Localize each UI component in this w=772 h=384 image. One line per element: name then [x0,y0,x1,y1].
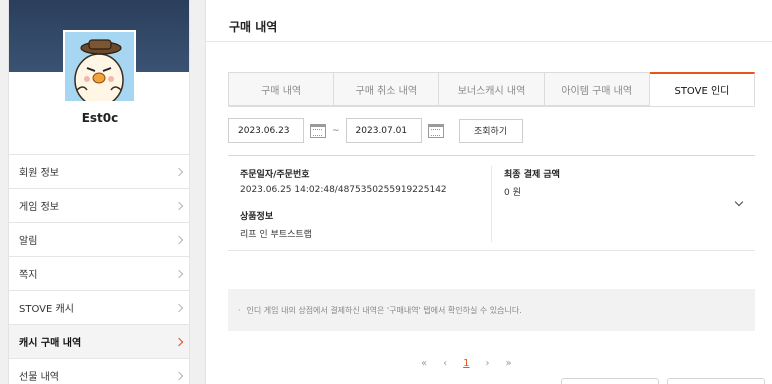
bullet-icon: · [238,305,241,315]
first-page-button[interactable]: « [421,358,427,369]
username: Est0c [81,111,119,125]
product-label: 상품정보 [240,212,274,222]
sidebar-item-label: STOVE 캐시 [19,304,74,315]
date-filter: 2023.06.23 ~ 2023.07.01 조회하기 [228,118,523,143]
prev-page-button[interactable]: ‹ [443,358,447,369]
notice-text: 인디 게임 내의 상점에서 결제하신 내역은 '구매내역' 탭에서 확인하실 수… [246,305,522,315]
search-button[interactable]: 조회하기 [458,118,523,143]
end-date-input[interactable]: 2023.07.01 [345,118,422,143]
order-date-label: 주문일자/주문번호 [240,170,310,180]
sidebar-item-stove-cash[interactable]: STOVE 캐시 [9,291,189,325]
notice-box: · 인디 게임 내의 상점에서 결제하신 내역은 '구매내역' 탭에서 확인하실… [228,289,755,331]
sidebar-item-member-info[interactable]: 회원 정보 [9,155,189,189]
page: Est0c 회원 정보 게임 정보 알림 쪽지 STOVE 캐시 캐시 구매 내… [0,0,772,384]
next-page-button[interactable]: › [486,358,490,369]
chevron-right-icon [174,235,184,244]
current-page[interactable]: 1 [463,358,469,369]
avatar[interactable] [63,30,136,103]
sidebar: Est0c 회원 정보 게임 정보 알림 쪽지 STOVE 캐시 캐시 구매 내… [8,0,190,384]
chevron-right-icon [174,167,184,176]
amount-value: 0 원 [504,188,521,198]
order-date-value: 2023.06.25 14:02:48/4875350255919225142 [240,185,447,195]
start-date-input[interactable]: 2023.06.23 [228,118,304,143]
last-page-button[interactable]: » [506,358,512,369]
tab-purchase-history[interactable]: 구매 내역 [228,72,335,106]
amount-label: 최종 결제 금액 [504,170,560,180]
main-content: 구매 내역 구매 내역 구매 취소 내역 보너스캐시 내역 아이템 구매 내역 … [205,0,772,384]
sidebar-item-label: 캐시 구매 내역 [19,338,82,349]
page-title: 구매 내역 [229,20,278,34]
chevron-right-icon [174,371,184,380]
calendar-icon[interactable] [310,123,326,138]
chevron-down-icon[interactable] [734,197,744,207]
character-avatar-icon [65,32,134,101]
bottom-button[interactable] [561,378,659,384]
calendar-icon[interactable] [427,123,444,138]
sidebar-item-gift-history[interactable]: 선물 내역 [9,359,189,384]
sidebar-item-messages[interactable]: 쪽지 [9,257,189,291]
tab-bonus-cash-history[interactable]: 보너스캐시 내역 [439,72,545,106]
sidebar-item-label: 게임 정보 [19,202,59,213]
order-row[interactable]: 주문일자/주문번호 2023.06.25 14:02:48/4875350255… [228,155,755,251]
chevron-right-icon [174,201,184,210]
divider [491,166,492,242]
sidebar-item-label: 쪽지 [19,270,38,281]
chevron-right-icon [174,303,184,312]
tab-cancel-history[interactable]: 구매 취소 내역 [334,72,440,106]
sidebar-item-label: 선물 내역 [19,372,59,383]
chevron-right-icon [174,269,184,278]
divider [206,41,772,42]
sidebar-item-game-info[interactable]: 게임 정보 [9,189,189,223]
tab-bar: 구매 내역 구매 취소 내역 보너스캐시 내역 아이템 구매 내역 STOVE … [228,72,756,107]
chevron-right-icon [174,337,184,346]
sidebar-item-cash-purchase-history[interactable]: 캐시 구매 내역 [9,325,189,359]
tab-stove-indie[interactable]: STOVE 인디 [649,72,756,106]
bottom-button[interactable] [667,378,765,384]
sidebar-item-notifications[interactable]: 알림 [9,223,189,257]
bottom-buttons [561,378,772,384]
sidebar-menu: 회원 정보 게임 정보 알림 쪽지 STOVE 캐시 캐시 구매 내역 선물 내… [9,154,189,384]
sidebar-item-label: 알림 [19,236,38,247]
sidebar-item-label: 회원 정보 [19,168,59,179]
tab-item-purchase-history[interactable]: 아이템 구매 내역 [544,72,650,106]
product-value: 리프 인 부트스트랩 [240,230,312,240]
date-separator: ~ [332,125,340,136]
pagination: « ‹ 1 › » [413,358,520,369]
